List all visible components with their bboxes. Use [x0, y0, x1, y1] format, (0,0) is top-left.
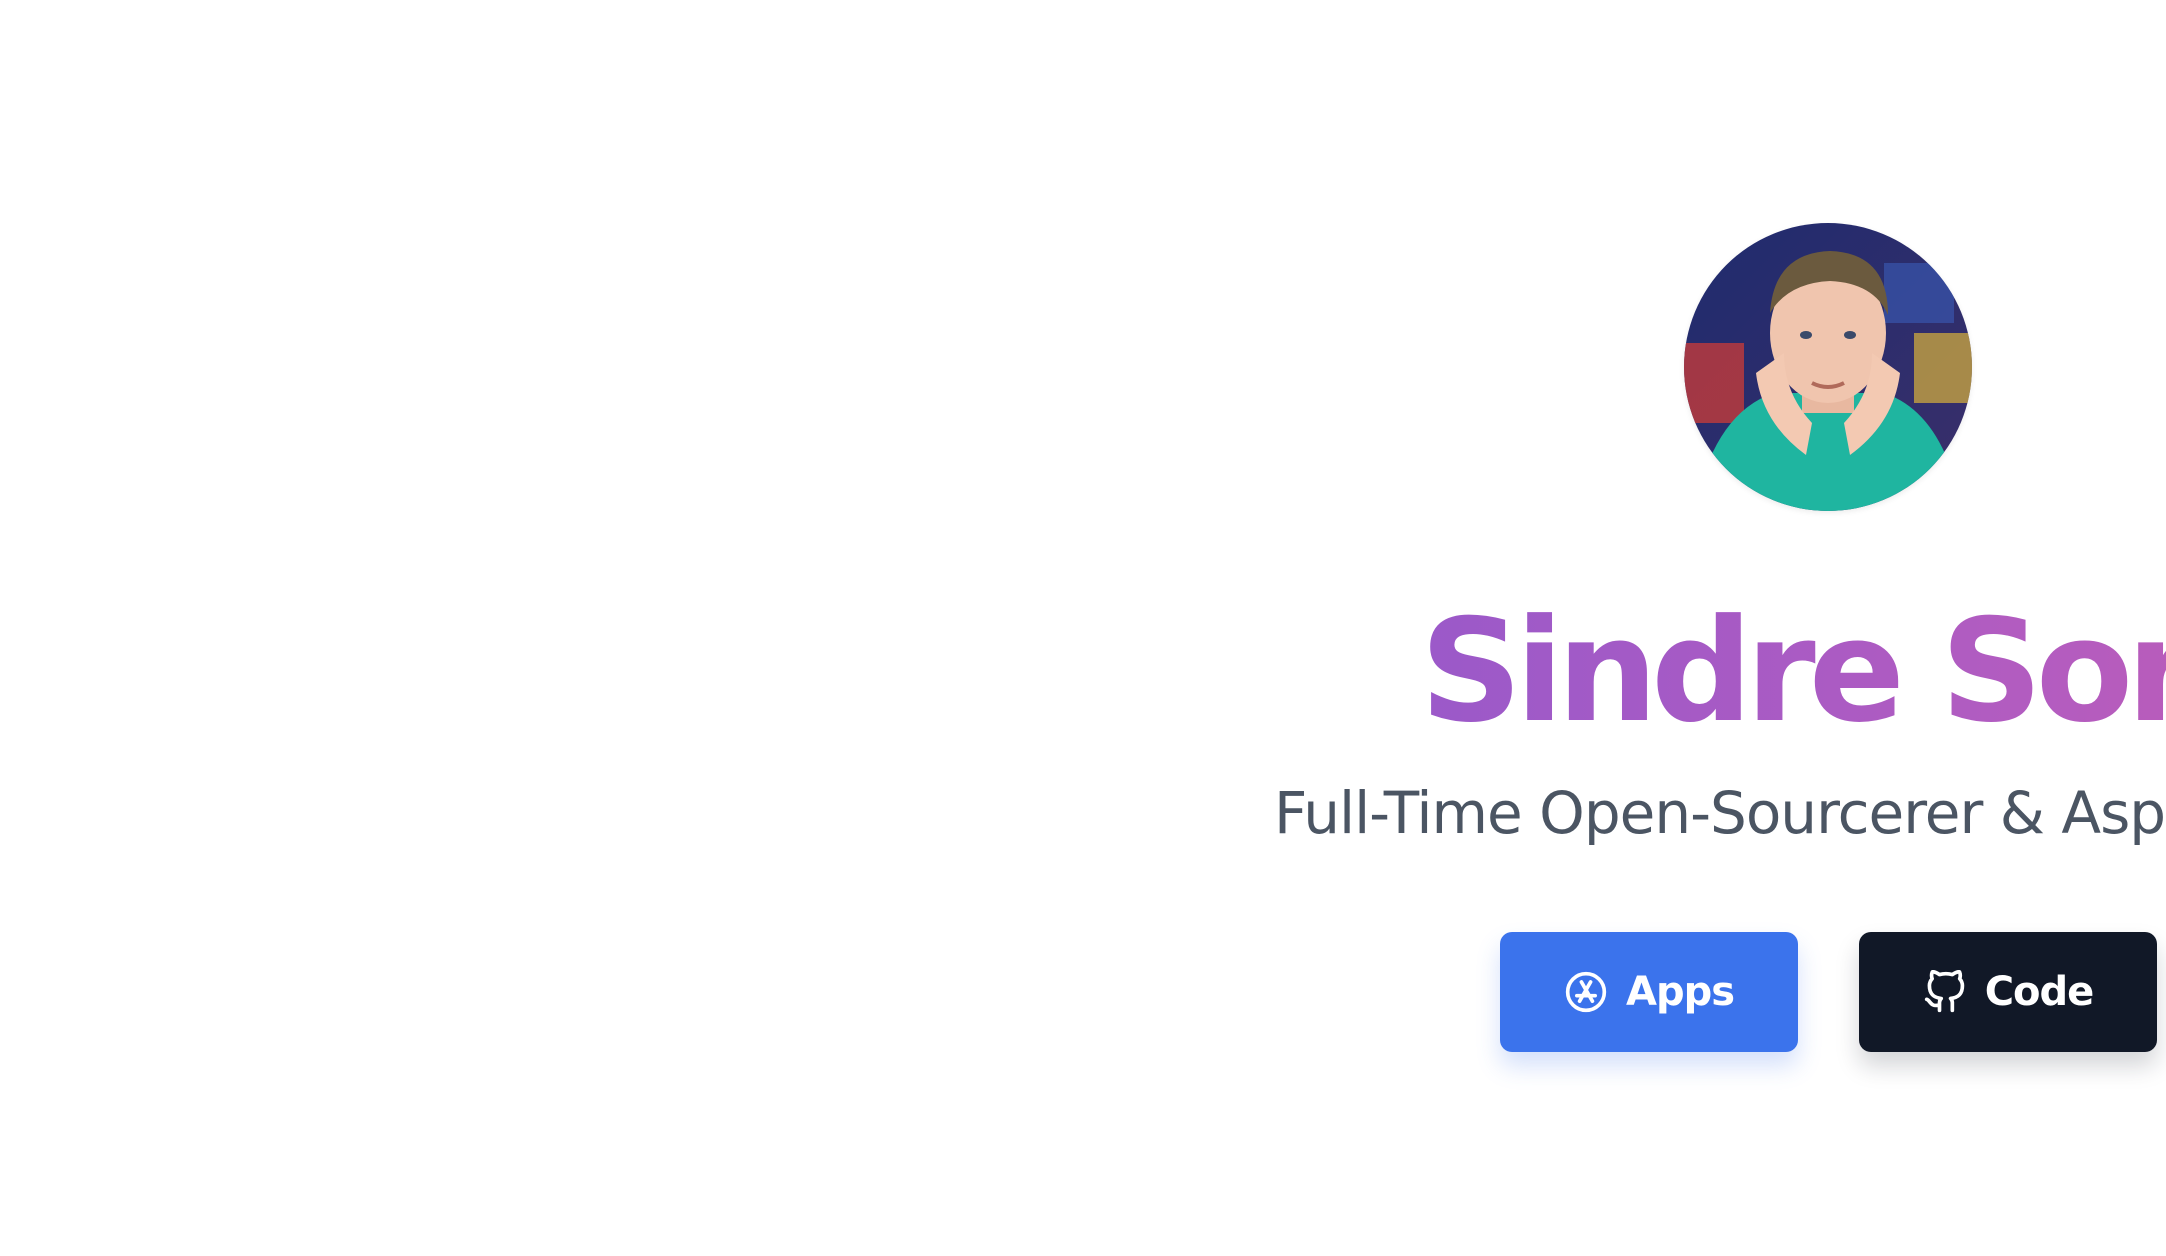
page-title: Sindre Sorhus — [1420, 592, 2166, 752]
apps-button[interactable]: Apps — [1500, 932, 1798, 1052]
github-icon — [1923, 970, 1967, 1014]
landing-page: Sindre Sorhus Full-Time Open-Sourcerer &… — [0, 0, 2166, 1256]
code-button[interactable]: Code — [1859, 932, 2157, 1052]
avatar-photo — [1684, 223, 1972, 511]
apps-button-label: Apps — [1625, 969, 1735, 1015]
code-button-label: Code — [1984, 969, 2095, 1015]
app-store-icon — [1564, 970, 1608, 1014]
avatar — [1684, 223, 1972, 511]
tagline: Full-Time Open-Sourcerer & Aspiring Ruby… — [1274, 779, 2166, 847]
